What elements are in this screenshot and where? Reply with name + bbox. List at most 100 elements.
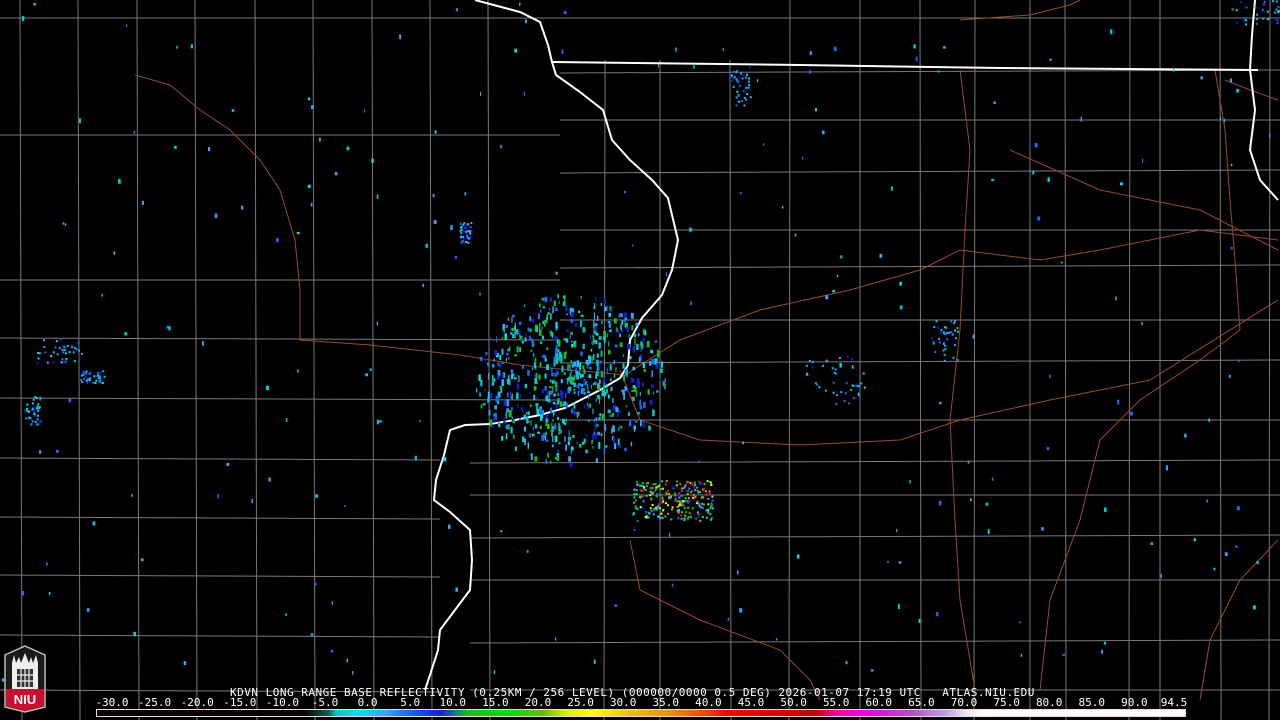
radar-echo bbox=[631, 389, 635, 392]
radar-echo bbox=[491, 422, 493, 428]
legend-label: 55.0 bbox=[822, 696, 850, 709]
radar-echo bbox=[519, 333, 521, 341]
radar-echo bbox=[661, 496, 664, 499]
radar-echo bbox=[466, 223, 469, 226]
radar-echo bbox=[686, 500, 689, 503]
radar-echo bbox=[484, 388, 486, 391]
radar-echo bbox=[853, 397, 856, 400]
radar-echo bbox=[27, 410, 30, 413]
radar-echo bbox=[706, 480, 709, 483]
radar-echo bbox=[696, 511, 699, 514]
radar-echo bbox=[493, 670, 496, 674]
radar-echo bbox=[887, 561, 889, 564]
radar-echo bbox=[566, 329, 569, 332]
radar-echo bbox=[660, 512, 663, 515]
radar-echo bbox=[491, 364, 495, 367]
radar-echo bbox=[31, 402, 34, 405]
radar-echo bbox=[580, 320, 582, 328]
radar-echo bbox=[946, 338, 949, 341]
radar-echo bbox=[832, 391, 835, 394]
radar-echo bbox=[587, 406, 590, 410]
radar-echo bbox=[816, 383, 819, 386]
radar-echo bbox=[593, 418, 596, 422]
radar-echo bbox=[546, 391, 548, 396]
radar-echo bbox=[524, 383, 528, 389]
radar-echo bbox=[488, 409, 491, 416]
radar-echo bbox=[26, 403, 29, 406]
radar-echo bbox=[174, 145, 177, 149]
radar-echo bbox=[1268, 0, 1271, 1]
radar-echo bbox=[38, 422, 41, 425]
radar-echo bbox=[496, 336, 498, 343]
radar-echo bbox=[686, 493, 689, 496]
legend-label: 80.0 bbox=[1035, 696, 1063, 709]
radar-echo bbox=[563, 372, 566, 376]
radar-echo bbox=[934, 351, 937, 354]
radar-echo bbox=[730, 74, 733, 77]
radar-echo bbox=[1235, 9, 1238, 12]
radar-echo bbox=[465, 230, 468, 233]
radar-echo bbox=[1235, 545, 1238, 548]
radar-echo bbox=[519, 347, 522, 352]
radar-echo bbox=[498, 423, 501, 428]
radar-echo bbox=[561, 365, 564, 373]
radar-echo bbox=[661, 498, 664, 501]
radar-echo bbox=[276, 237, 279, 243]
radar-echo bbox=[141, 200, 144, 205]
radar-echo bbox=[590, 348, 593, 352]
radar-echo bbox=[748, 80, 751, 83]
radar-echo bbox=[55, 340, 58, 343]
radar-echo bbox=[603, 447, 606, 455]
radar-echo bbox=[52, 351, 55, 354]
radar-echo bbox=[579, 383, 582, 386]
radar-echo bbox=[1142, 158, 1144, 163]
radar-echo bbox=[514, 377, 517, 380]
radar-echo bbox=[991, 477, 994, 481]
radar-echo bbox=[1224, 118, 1226, 123]
radar-echo bbox=[689, 513, 692, 516]
radar-echo bbox=[664, 515, 667, 518]
radar-echo bbox=[1184, 433, 1187, 438]
radar-echo bbox=[633, 493, 636, 496]
radar-echo bbox=[666, 489, 669, 492]
radar-echo bbox=[566, 379, 569, 385]
county-line bbox=[1064, 0, 1067, 720]
radar-echo bbox=[633, 488, 636, 491]
radar-echo bbox=[586, 383, 589, 390]
radar-echo bbox=[945, 326, 948, 329]
radar-echo bbox=[701, 496, 704, 499]
radar-echo bbox=[509, 391, 512, 398]
radar-echo bbox=[824, 389, 827, 392]
radar-echo bbox=[1269, 133, 1271, 138]
radar-echo bbox=[514, 325, 516, 331]
radar-echo bbox=[1275, 8, 1278, 11]
radar-echo bbox=[689, 491, 692, 494]
radar-echo bbox=[606, 367, 608, 374]
radar-echo bbox=[37, 357, 40, 360]
radar-echo bbox=[450, 225, 453, 231]
radar-echo bbox=[732, 85, 735, 88]
radar-echo bbox=[559, 389, 562, 396]
radar-echo bbox=[531, 318, 535, 323]
radar-echo bbox=[685, 490, 688, 493]
radar-echo bbox=[1245, 6, 1248, 9]
radar-echo bbox=[64, 349, 67, 352]
radar-echo bbox=[573, 382, 576, 387]
radar-echo bbox=[310, 202, 313, 207]
radar-echo bbox=[547, 312, 550, 315]
radar-echo bbox=[580, 351, 583, 356]
radar-echo bbox=[38, 352, 41, 355]
radar-echo bbox=[756, 79, 759, 83]
radar-echo bbox=[524, 337, 527, 342]
radar-echo bbox=[688, 487, 691, 490]
radar-echo bbox=[581, 389, 585, 395]
radar-echo bbox=[656, 350, 660, 358]
radar-echo bbox=[77, 341, 80, 344]
radar-echo bbox=[600, 371, 603, 374]
radar-echo bbox=[530, 453, 533, 460]
radar-echo bbox=[748, 77, 751, 80]
radar-echo bbox=[56, 449, 59, 453]
radar-echo bbox=[811, 360, 814, 363]
radar-echo bbox=[727, 617, 730, 621]
radar-echo bbox=[597, 364, 600, 370]
